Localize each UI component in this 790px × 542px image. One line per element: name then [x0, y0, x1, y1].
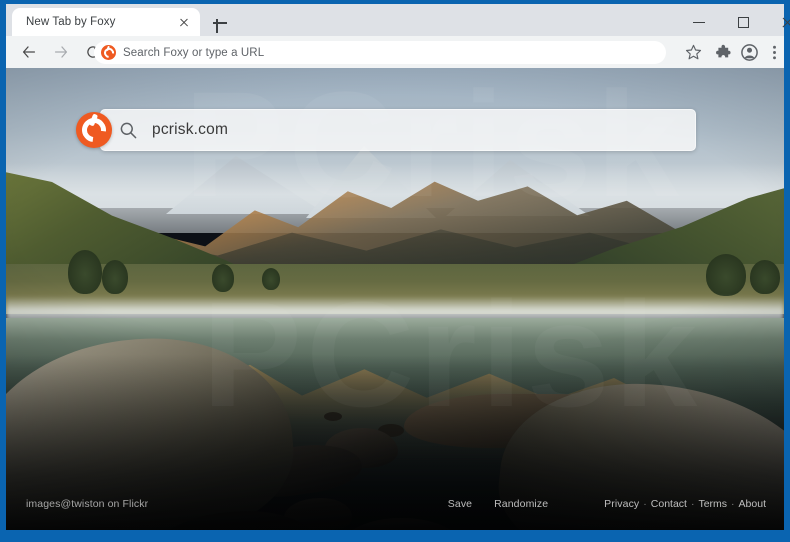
about-link[interactable]: About [739, 498, 766, 510]
tab-title: New Tab by Foxy [26, 16, 116, 28]
browser-toolbar: Search Foxy or type a URL [6, 36, 784, 68]
close-icon[interactable] [176, 14, 192, 30]
maximize-icon[interactable] [722, 8, 766, 36]
three-dots-menu-icon[interactable] [763, 41, 786, 64]
plus-icon[interactable] [210, 13, 230, 33]
magnifier-icon [120, 122, 137, 138]
browser-window: New Tab by Foxy Search Foxy or type a UR… [0, 0, 790, 542]
link-separator: · [643, 498, 647, 510]
minimize-icon[interactable] [678, 8, 722, 36]
newtab-search-area: pcrisk.com [76, 108, 696, 152]
close-icon[interactable] [766, 8, 790, 36]
foxy-logo-icon [76, 112, 112, 148]
title-bar: New Tab by Foxy [6, 4, 790, 36]
randomize-button[interactable]: Randomize [494, 498, 548, 510]
address-bar[interactable]: Search Foxy or type a URL [94, 41, 666, 64]
newtab-footer: images@twiston on Flickr Save Randomize … [6, 498, 784, 514]
foxy-logo-icon [101, 45, 116, 60]
search-input-value: pcrisk.com [152, 121, 229, 138]
arrow-right-icon[interactable] [47, 38, 75, 66]
footer-actions: Save Randomize Privacy · Contact · Terms… [426, 498, 766, 510]
link-separator: · [690, 498, 695, 510]
puzzle-piece-icon[interactable] [712, 41, 735, 64]
address-bar-text: Search Foxy or type a URL [123, 46, 265, 59]
search-input[interactable]: pcrisk.com [100, 109, 696, 151]
browser-tab[interactable]: New Tab by Foxy [12, 8, 200, 36]
photo-credit: images@twiston on Flickr [26, 498, 149, 510]
privacy-link[interactable]: Privacy [604, 498, 639, 510]
star-icon[interactable] [682, 41, 705, 64]
save-button[interactable]: Save [448, 498, 472, 510]
link-separator: · [731, 498, 735, 510]
account-avatar-icon[interactable] [738, 41, 761, 64]
contact-link[interactable]: Contact [651, 498, 687, 510]
new-tab-page: PCrisk PCrisk pcrisk.com images@twiston … [6, 68, 784, 530]
terms-link[interactable]: Terms [698, 498, 727, 510]
arrow-left-icon[interactable] [15, 38, 43, 66]
